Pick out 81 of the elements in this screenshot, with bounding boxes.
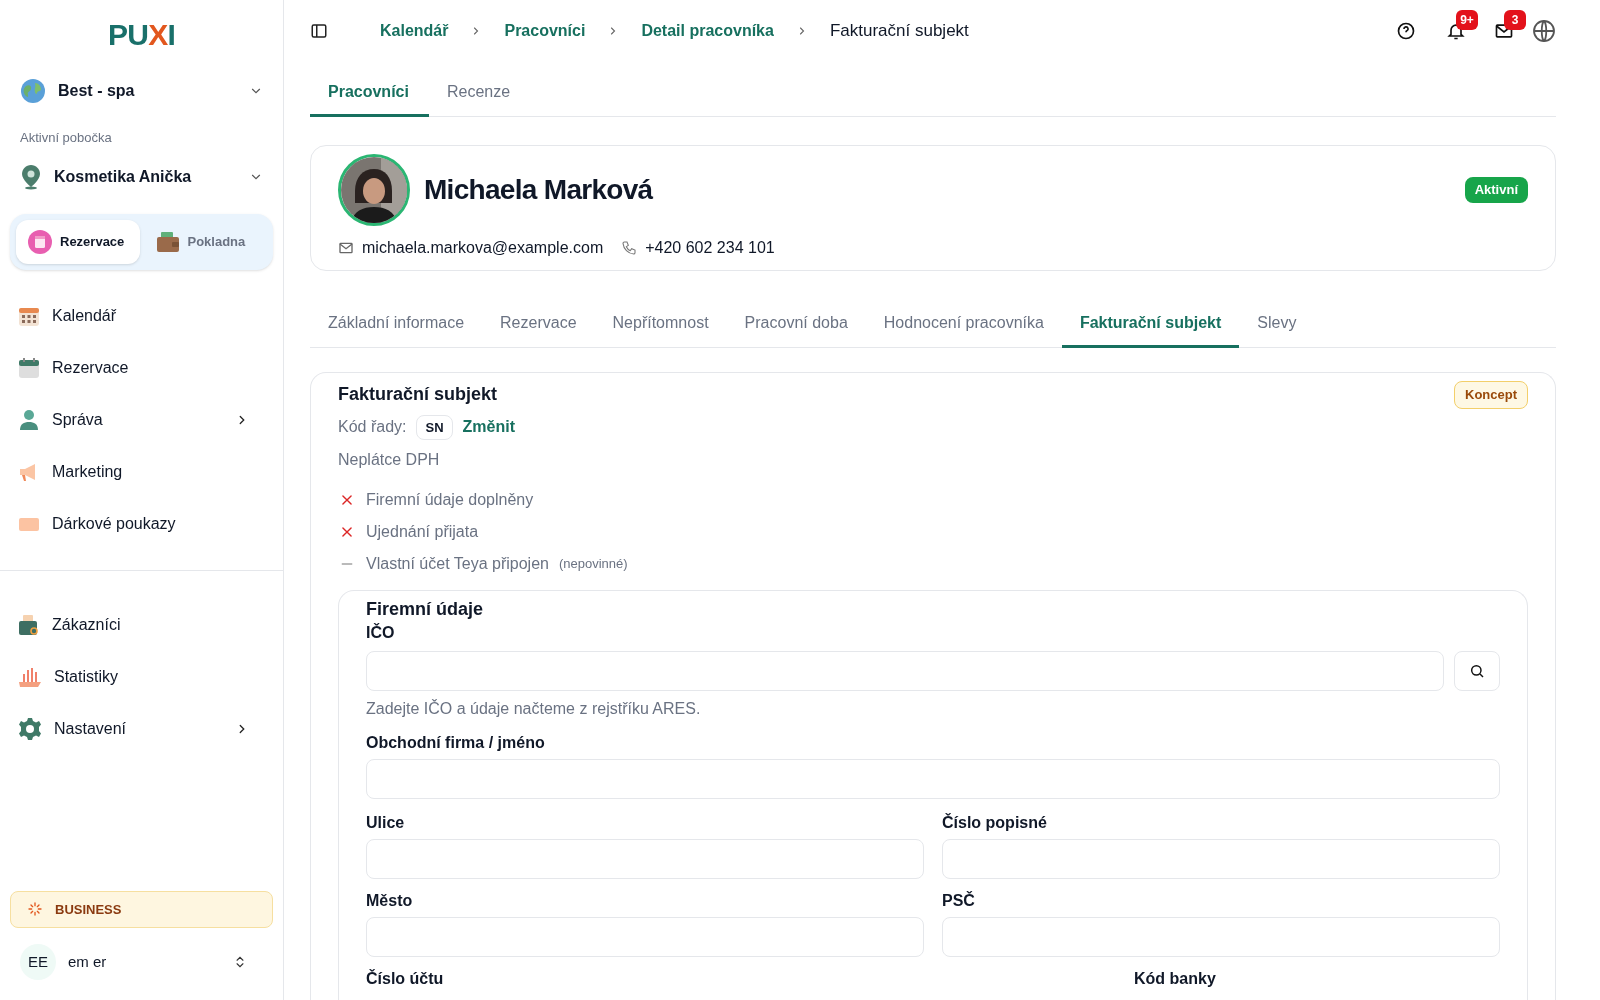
field-label: Město	[366, 891, 414, 911]
section-title: Fakturační subjekt	[338, 383, 498, 407]
breadcrumb-link[interactable]: Pracovníci	[504, 19, 586, 43]
mode-tab[interactable]: Pokladna	[143, 219, 267, 264]
search-button[interactable]	[1454, 651, 1500, 691]
messages-button[interactable]: 3	[1494, 10, 1526, 41]
branch-selector[interactable]: Kosmetika Anička	[10, 155, 273, 198]
input-field[interactable]	[366, 839, 924, 879]
section-label: Aktivní pobočka	[19, 129, 113, 147]
field-label: Číslo účtu	[366, 969, 445, 989]
user-avatar: EE	[20, 944, 56, 980]
field-label: Ulice	[366, 813, 406, 833]
status-badge: Koncept	[1454, 381, 1528, 409]
status-badge: Aktivní	[1464, 177, 1528, 203]
tab[interactable]: Základní informace	[310, 301, 483, 348]
input-field[interactable]	[366, 759, 1500, 799]
nav-item[interactable]: Správa	[10, 405, 273, 434]
nav-item[interactable]: Nastavení	[10, 714, 273, 743]
employee-name: Michaela Marková	[424, 173, 654, 207]
nav-item[interactable]: Marketing	[10, 457, 273, 486]
folder-icon	[18, 613, 40, 636]
nav-item[interactable]: Statistiky	[10, 662, 273, 691]
breadcrumb-link[interactable]: Kalendář	[380, 19, 449, 43]
tab[interactable]: Nepřítomnost	[594, 301, 727, 348]
globe-icon	[20, 78, 46, 104]
count-badge: 9+	[1456, 10, 1478, 30]
nav-item[interactable]: Zákazníci	[10, 610, 273, 639]
user-menu[interactable]: EE em er	[10, 944, 273, 980]
tab[interactable]: Rezervace	[482, 301, 595, 348]
series-label: Kód řady:	[338, 417, 407, 438]
tab[interactable]: Pracovníci	[310, 70, 429, 117]
tab[interactable]: Slevy	[1239, 301, 1315, 348]
mail-icon	[338, 240, 354, 256]
change-link[interactable]: Změnit	[462, 415, 515, 440]
field-label: IČO	[366, 623, 396, 643]
globe-icon[interactable]	[1532, 19, 1556, 43]
sidebar-toggle-icon[interactable]	[310, 22, 328, 40]
series-code: SN	[416, 414, 453, 440]
nav-item[interactable]: Dárkové poukazy	[10, 509, 273, 538]
tab[interactable]: Fakturační subjekt	[1061, 301, 1240, 348]
input-field[interactable]	[366, 651, 1444, 691]
hint-text: Zadejte IČO a údaje načteme z rejstříku ARES.	[366, 699, 702, 719]
field-label: Kód banky	[1134, 969, 1217, 989]
business-selector[interactable]: Best - spa	[10, 70, 273, 112]
notifications-button[interactable]: 9+	[1446, 10, 1478, 41]
field-label: Číslo popisné	[942, 813, 1048, 833]
sparkle-icon	[27, 901, 43, 918]
nav-item[interactable]: Kalendář	[10, 301, 273, 330]
phone-text: +420 602 234 101	[645, 238, 775, 258]
nav-item[interactable]: Rezervace	[10, 353, 273, 382]
person-icon	[18, 408, 40, 431]
checklist-item: Firemní údaje doplněny	[366, 490, 534, 510]
optional-note: (nepovinné)	[558, 555, 628, 574]
calendar-icon	[28, 229, 52, 254]
checklist-item: Ujednání přijata	[366, 522, 479, 542]
plan-badge: BUSINESS	[10, 890, 273, 928]
tab[interactable]: Recenze	[428, 70, 529, 117]
logo: PUXI	[107, 20, 175, 50]
mode-tab[interactable]: Rezervace	[16, 219, 140, 264]
settings-icon	[18, 716, 42, 741]
input-field[interactable]	[366, 917, 924, 957]
input-field[interactable]	[942, 917, 1500, 957]
breadcrumb-link[interactable]: Detail pracovníka	[641, 19, 774, 43]
vat-status: Neplátce DPH	[338, 450, 441, 470]
tab[interactable]: Pracovní doba	[726, 301, 866, 348]
phone-icon	[621, 240, 638, 256]
checklist-item: Vlastní účet Teya připojen	[366, 554, 549, 574]
field-label: PSČ	[942, 891, 976, 911]
search-icon	[1469, 663, 1485, 679]
help-icon[interactable]	[1396, 21, 1416, 41]
section-title: Firemní údaje	[366, 598, 485, 621]
location-pin-icon	[20, 163, 42, 190]
email-text: michaela.markova@example.com	[362, 238, 604, 258]
mail-icon	[1494, 21, 1514, 41]
field-label: Obchodní firma / jméno	[366, 733, 546, 753]
input-field[interactable]	[942, 839, 1500, 879]
bar-chart-icon	[18, 665, 42, 688]
tab[interactable]: Hodnocení pracovníka	[865, 301, 1062, 348]
calendar-icon	[18, 356, 40, 379]
wallet-icon	[155, 229, 180, 254]
count-badge: 3	[1504, 10, 1526, 30]
